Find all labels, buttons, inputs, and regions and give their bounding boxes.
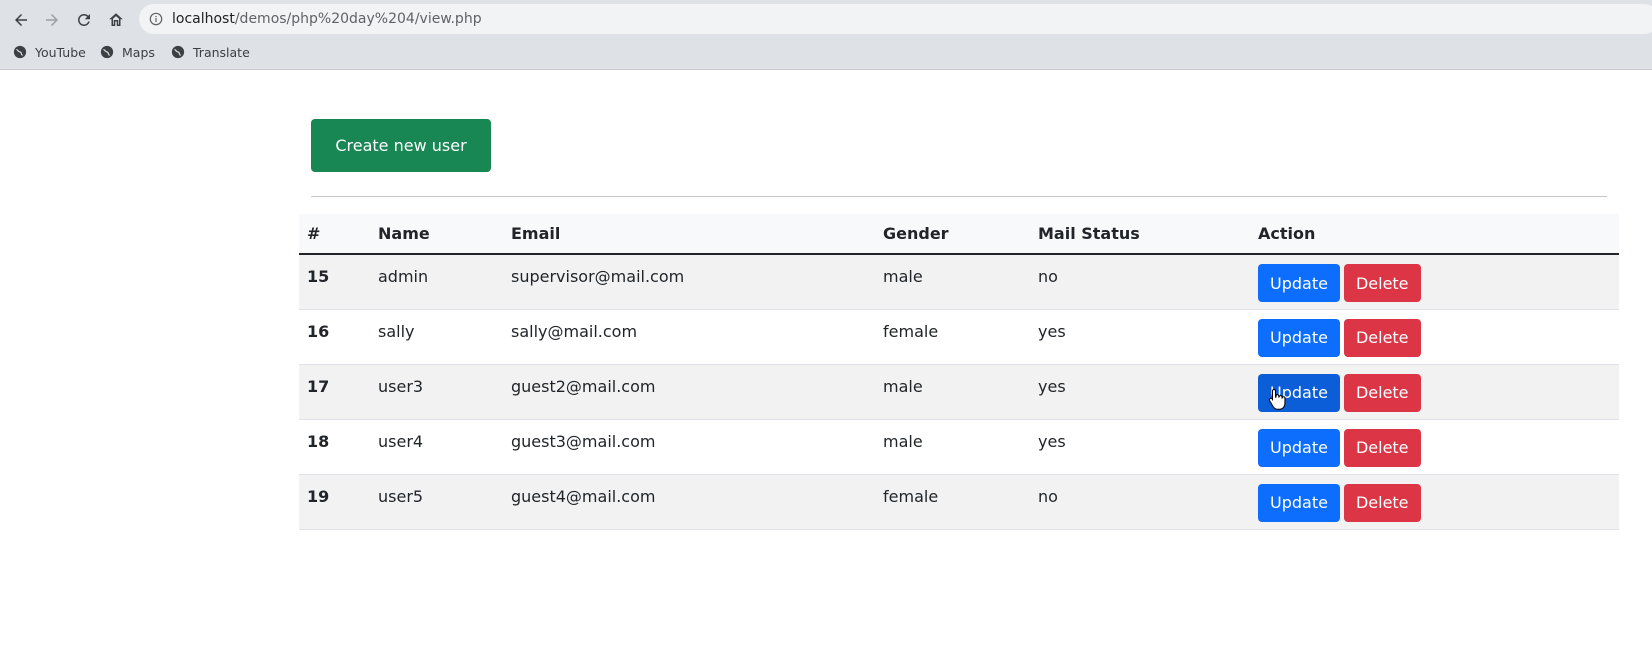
bookmark-youtube[interactable]: YouTube <box>13 41 86 63</box>
url-text: localhost/demos/php%20day%204/view.php <box>172 11 482 27</box>
page-content: Create new user # Name Email Gender Mail… <box>0 70 1652 651</box>
users-table: # Name Email Gender Mail Status Action 1… <box>299 214 1619 530</box>
table-row: 15 admin supervisor@mail.com male no Upd… <box>299 254 1619 310</box>
bookmark-maps[interactable]: Maps <box>100 41 155 63</box>
user-mail-status: yes <box>1030 364 1250 420</box>
user-name: user4 <box>370 419 503 475</box>
user-email: guest3@mail.com <box>503 419 875 475</box>
divider <box>311 196 1607 197</box>
user-mail-status: yes <box>1030 309 1250 365</box>
table-row: 16 sally sally@mail.com female yes Updat… <box>299 309 1619 365</box>
url-host: localhost <box>172 11 235 27</box>
user-email: sally@mail.com <box>503 309 875 365</box>
url-path: /demos/php%20day%204/view.php <box>234 11 482 27</box>
user-name: admin <box>370 254 503 310</box>
bookmark-translate[interactable]: Translate <box>171 41 250 63</box>
bookmarks-bar: YouTube Maps Translate <box>0 41 1652 63</box>
row-actions: Update Delete <box>1250 419 1619 475</box>
update-button[interactable]: Update <box>1258 373 1340 412</box>
update-button[interactable]: Update <box>1258 483 1340 522</box>
user-gender: male <box>875 419 1030 475</box>
table-row: 17 user3 guest2@mail.com male yes Update… <box>299 364 1619 420</box>
home-button[interactable] <box>103 7 129 33</box>
column-header-email: Email <box>503 214 875 255</box>
globe-icon <box>171 45 185 59</box>
forward-button[interactable] <box>39 7 65 33</box>
row-actions: Update Delete <box>1250 254 1619 310</box>
user-gender: female <box>875 474 1030 530</box>
reload-button[interactable] <box>71 7 97 33</box>
navigation-bar: localhost/demos/php%20day%204/view.php <box>0 4 1652 36</box>
user-gender: male <box>875 254 1030 310</box>
bookmark-label: Maps <box>122 44 155 60</box>
row-actions: Update Delete <box>1250 309 1619 365</box>
reload-icon <box>77 13 90 26</box>
user-email: supervisor@mail.com <box>503 254 875 310</box>
bookmark-label: YouTube <box>35 44 86 60</box>
arrow-right-icon <box>46 14 58 26</box>
column-header-gender: Gender <box>875 214 1030 255</box>
row-actions: Update Delete <box>1250 474 1619 530</box>
user-id: 18 <box>299 419 370 475</box>
user-gender: female <box>875 309 1030 365</box>
delete-button[interactable]: Delete <box>1343 428 1421 467</box>
user-name: user5 <box>370 474 503 530</box>
row-actions: Update Delete <box>1250 364 1619 420</box>
column-header-mail-status: Mail Status <box>1030 214 1250 255</box>
user-mail-status: no <box>1030 254 1250 310</box>
home-icon <box>109 13 123 26</box>
table-row: 19 user5 guest4@mail.com female no Updat… <box>299 474 1619 530</box>
delete-button[interactable]: Delete <box>1343 264 1421 302</box>
delete-button[interactable]: Delete <box>1343 373 1421 412</box>
user-name: sally <box>370 309 503 365</box>
user-email: guest2@mail.com <box>503 364 875 420</box>
column-header-action: Action <box>1250 214 1619 255</box>
globe-icon <box>100 45 114 59</box>
user-mail-status: no <box>1030 474 1250 530</box>
user-id: 16 <box>299 309 370 365</box>
arrow-left-icon <box>15 14 27 26</box>
back-button[interactable] <box>8 7 34 33</box>
user-name: user3 <box>370 364 503 420</box>
update-button[interactable]: Update <box>1258 264 1340 302</box>
info-icon[interactable] <box>148 11 164 27</box>
user-gender: male <box>875 364 1030 420</box>
table-header-row: # Name Email Gender Mail Status Action <box>299 214 1619 255</box>
delete-button[interactable]: Delete <box>1343 483 1421 522</box>
user-id: 15 <box>299 254 370 310</box>
column-header-name: Name <box>370 214 503 255</box>
update-button[interactable]: Update <box>1258 318 1340 357</box>
create-new-user-button[interactable]: Create new user <box>311 119 491 172</box>
column-header-id: # <box>299 214 370 255</box>
user-id: 17 <box>299 364 370 420</box>
user-id: 19 <box>299 474 370 530</box>
table-row: 18 user4 guest3@mail.com male yes Update… <box>299 419 1619 475</box>
browser-chrome: localhost/demos/php%20day%204/view.php Y… <box>0 0 1652 70</box>
user-mail-status: yes <box>1030 419 1250 475</box>
delete-button[interactable]: Delete <box>1343 318 1421 357</box>
globe-icon <box>13 45 27 59</box>
address-bar[interactable]: localhost/demos/php%20day%204/view.php <box>139 4 1652 34</box>
bookmark-label: Translate <box>193 44 250 60</box>
update-button[interactable]: Update <box>1258 428 1340 467</box>
user-email: guest4@mail.com <box>503 474 875 530</box>
